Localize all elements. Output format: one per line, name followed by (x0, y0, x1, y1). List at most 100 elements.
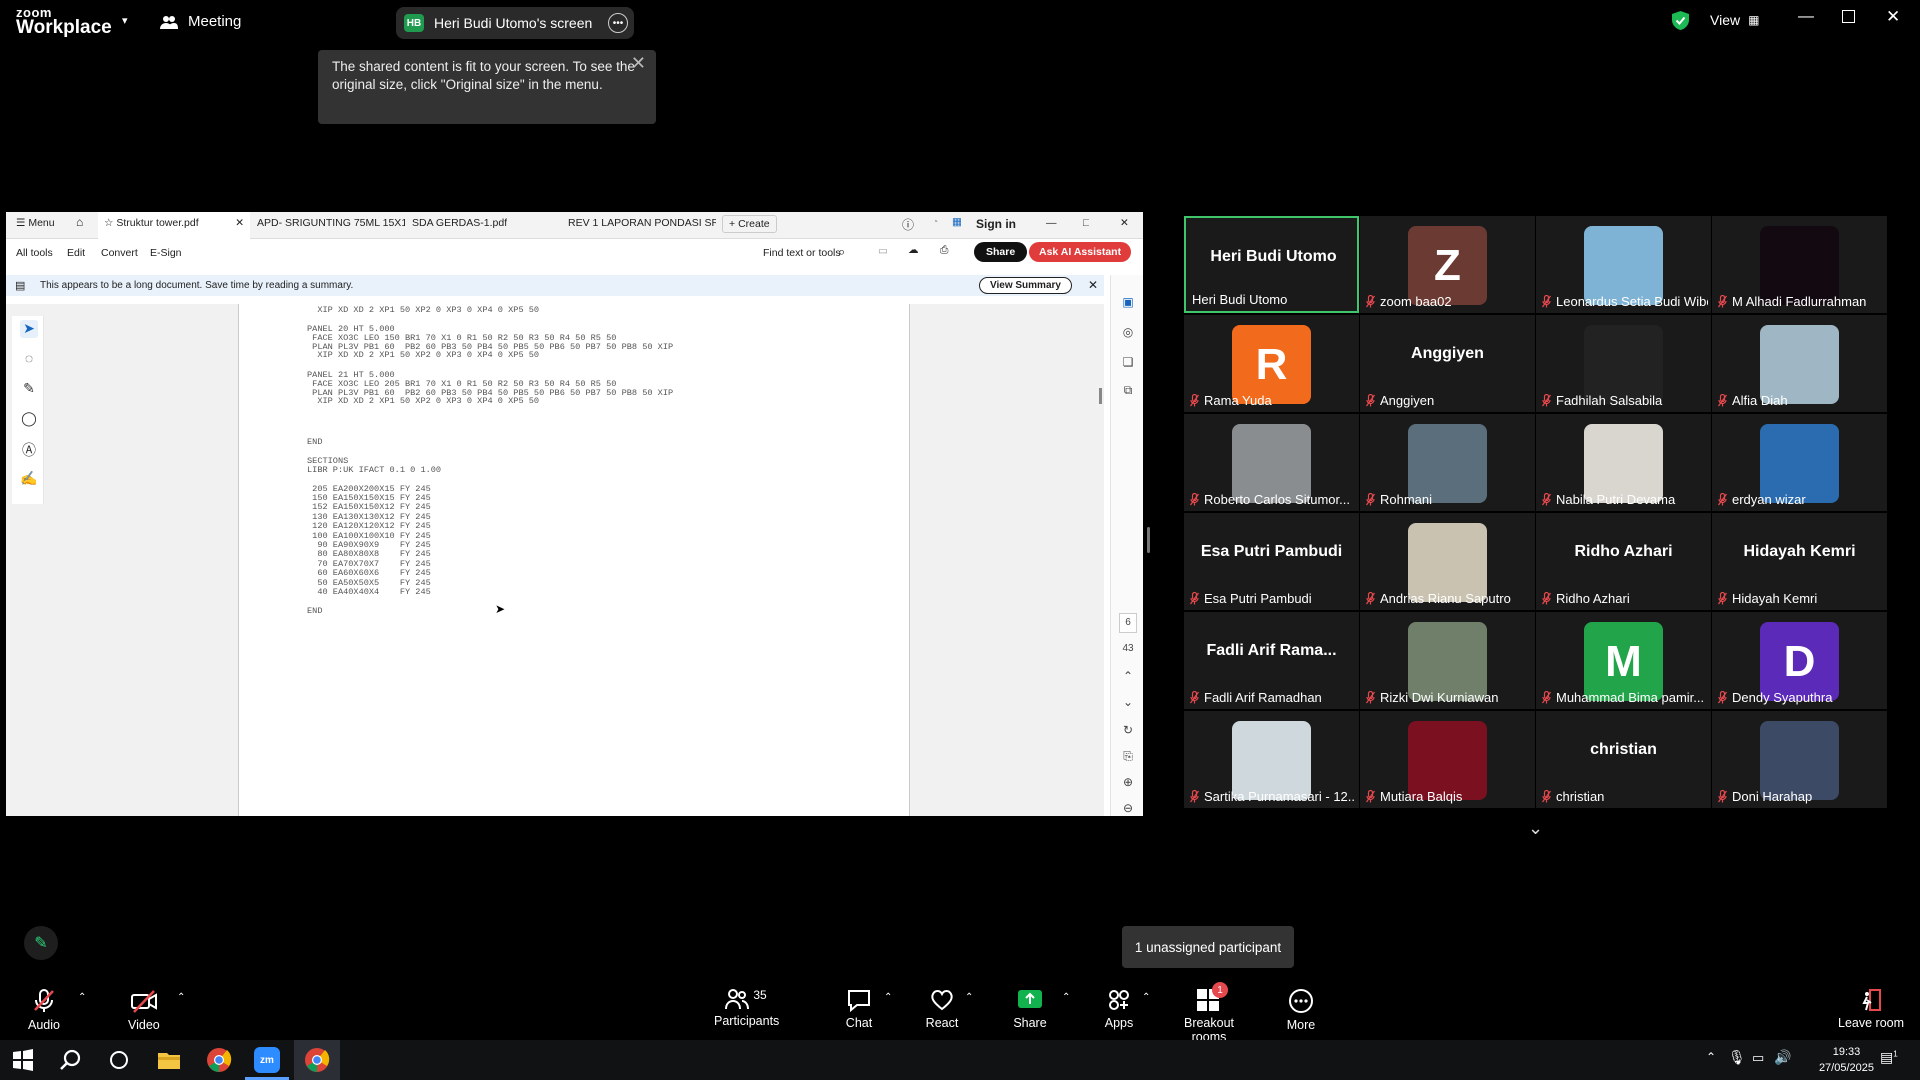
chat-button[interactable]: Chat (840, 988, 878, 1030)
minimize-button[interactable]: — (1798, 8, 1814, 26)
pages-icon[interactable]: ⧉ (1119, 383, 1137, 399)
hidden-icons-chevron-icon[interactable]: ⌃ (1706, 1050, 1716, 1064)
file-explorer-icon[interactable] (156, 1047, 182, 1073)
participants-button[interactable]: 35 Participants (714, 988, 779, 1028)
participant-tile[interactable]: Roberto Carlos Situmor... (1184, 414, 1359, 511)
participant-tile[interactable]: Fadhilah Salsabila (1536, 315, 1711, 412)
share-options-chevron-icon[interactable]: ⌃ (1062, 992, 1070, 1003)
pdf-minimize-button[interactable]: — (1046, 217, 1057, 229)
participant-tile[interactable]: Doni Harahap (1712, 711, 1887, 808)
participant-tile[interactable]: Heri Budi Utomo Heri Budi Utomo (1184, 216, 1359, 313)
react-button[interactable]: React (922, 988, 962, 1030)
breakout-rooms-button[interactable]: 1 Breakout rooms (1166, 982, 1252, 1044)
convert-menu[interactable]: Convert (101, 247, 138, 259)
annotate-pen-icon[interactable]: ✎ (24, 926, 58, 960)
help-icon[interactable]: ⓘ (902, 216, 914, 233)
zoom-app-icon[interactable]: zm (254, 1047, 280, 1073)
print-icon[interactable]: ⎙ (940, 244, 948, 257)
participant-tile[interactable]: R Rama Yuda (1184, 315, 1359, 412)
participant-tile[interactable]: Alfia Diah (1712, 315, 1887, 412)
restore-button[interactable] (1842, 10, 1855, 23)
home-icon[interactable]: ⌂ (76, 215, 83, 229)
audio-options-chevron-icon[interactable]: ⌃ (78, 992, 86, 1003)
tab-rev1-laporan[interactable]: REV 1 LAPORAN PONDASI SRIG... (568, 217, 716, 229)
ask-ai-assistant-button[interactable]: Ask AI Assistant (1029, 242, 1132, 262)
participant-tile[interactable]: christian christian (1536, 711, 1711, 808)
participant-tile[interactable]: M Alhadi Fadlurrahman (1712, 216, 1887, 313)
previous-page-icon[interactable]: ⌃ (1119, 669, 1137, 685)
task-view-icon[interactable] (106, 1047, 132, 1073)
chat-options-chevron-icon[interactable]: ⌃ (884, 992, 892, 1003)
leave-room-button[interactable]: Leave room (1838, 988, 1904, 1030)
page-fit-icon[interactable]: ⎘ (1119, 749, 1137, 765)
comments-panel-icon[interactable]: ◎ (1119, 325, 1137, 341)
view-button[interactable]: View ▦ (1710, 12, 1759, 28)
find-text-field[interactable]: Find text or tools (763, 247, 841, 259)
participant-tile[interactable]: Hidayah Kemri Hidayah Kemri (1712, 513, 1887, 610)
scrollbar-thumb[interactable] (1099, 388, 1102, 404)
comment-icon[interactable]: ◌ (20, 350, 38, 368)
highlight-icon[interactable]: ✎ (20, 380, 38, 398)
participant-tile[interactable]: M Muhammad Bima pamir... (1536, 612, 1711, 709)
participant-tile[interactable]: D Dendy Syaputhra (1712, 612, 1887, 709)
zoom-in-icon[interactable]: ⊕ (1119, 775, 1137, 791)
create-tab-button[interactable]: + Create (722, 215, 777, 233)
react-options-chevron-icon[interactable]: ⌃ (965, 992, 973, 1003)
lasso-icon[interactable]: ◯ (20, 410, 38, 428)
bell-icon[interactable]: ◔ (932, 216, 938, 228)
tab-menu[interactable]: ☰ Menu (16, 217, 55, 229)
participant-tile[interactable]: Mutiara Balqis (1360, 711, 1535, 808)
apps-button[interactable]: Apps (1100, 988, 1138, 1030)
view-summary-button[interactable]: View Summary (979, 277, 1072, 294)
bookmark-icon[interactable]: ❏ (1119, 355, 1137, 371)
participant-tile[interactable]: Nabila Putri Devama (1536, 414, 1711, 511)
participant-tile[interactable]: erdyan wizar (1712, 414, 1887, 511)
save-icon[interactable]: ▭ (878, 245, 888, 257)
share-screen-button[interactable]: Share (1010, 988, 1050, 1030)
sign-in-button[interactable]: Sign in (976, 217, 1016, 231)
pdf-close-button[interactable]: ✕ (1120, 217, 1129, 229)
close-banner-icon[interactable]: ✕ (1088, 278, 1098, 292)
participant-tile[interactable]: Sartika Purnamasari - 12... (1184, 711, 1359, 808)
network-icon[interactable]: ▭ (1752, 1050, 1764, 1066)
split-resize-handle[interactable] (1147, 527, 1150, 553)
shield-icon[interactable] (1672, 11, 1689, 30)
chevron-down-icon[interactable]: ▾ (122, 14, 128, 27)
microphone-icon[interactable]: 🎙 (1728, 1049, 1746, 1066)
esign-menu[interactable]: E-Sign (150, 247, 182, 259)
participant-tile[interactable]: Leonardus Setia Budi Wibo... (1536, 216, 1711, 313)
participant-tile[interactable]: Anggiyen Anggiyen (1360, 315, 1535, 412)
participant-tile[interactable]: Zzoom baa02 (1360, 216, 1535, 313)
unassigned-participant-toast[interactable]: 1 unassigned participant (1122, 926, 1294, 968)
sign-icon[interactable]: ✍ (20, 470, 38, 488)
meeting-menu[interactable]: Meeting (160, 13, 241, 30)
taskbar-clock[interactable]: 19:33 27/05/2025 (1819, 1044, 1874, 1076)
text-box-icon[interactable]: Ⓐ (20, 440, 38, 458)
notifications-icon[interactable]: ▤1 (1880, 1049, 1898, 1066)
participant-tile[interactable]: Esa Putri Pambudi Esa Putri Pambudi (1184, 513, 1359, 610)
windows-start-icon[interactable] (10, 1047, 36, 1073)
apps-grid-icon[interactable]: ▦ (952, 216, 962, 228)
chevron-down-icon[interactable]: ⌄ (1528, 818, 1543, 839)
more-button[interactable]: More (1283, 988, 1319, 1032)
tab-struktur-tower[interactable]: ☆ Struktur tower.pdf ✕ (98, 212, 250, 239)
all-tools-menu[interactable]: All tools (16, 247, 53, 259)
zoom-out-icon[interactable]: ⊖ (1119, 801, 1137, 817)
tab-apd-srigunting[interactable]: APD- SRIGUNTING 75ML 15X15M... (257, 217, 405, 229)
participant-tile[interactable]: Rohmani (1360, 414, 1535, 511)
participant-tile[interactable]: Rizki Dwi Kurniawan (1360, 612, 1535, 709)
chrome-icon[interactable] (304, 1047, 330, 1073)
cursor-icon[interactable]: ➤ (20, 320, 38, 338)
participant-tile[interactable]: Fadli Arif Rama... Fadli Arif Ramadhan (1184, 612, 1359, 709)
participant-tile[interactable]: Ridho Azhari Ridho Azhari (1536, 513, 1711, 610)
page-number-field[interactable]: 6 (1119, 613, 1137, 633)
audio-button[interactable]: Audio (28, 988, 60, 1032)
edit-menu[interactable]: Edit (67, 247, 85, 259)
apps-options-chevron-icon[interactable]: ⌃ (1142, 992, 1150, 1003)
search-icon[interactable] (58, 1047, 84, 1073)
close-window-button[interactable]: ✕ (1886, 7, 1900, 27)
video-button[interactable]: Video (128, 988, 160, 1032)
volume-icon[interactable]: 🔊 (1774, 1049, 1791, 1066)
participant-tile[interactable]: Andrias Rianu Saputro (1360, 513, 1535, 610)
upload-cloud-icon[interactable]: ☁ (908, 244, 919, 256)
